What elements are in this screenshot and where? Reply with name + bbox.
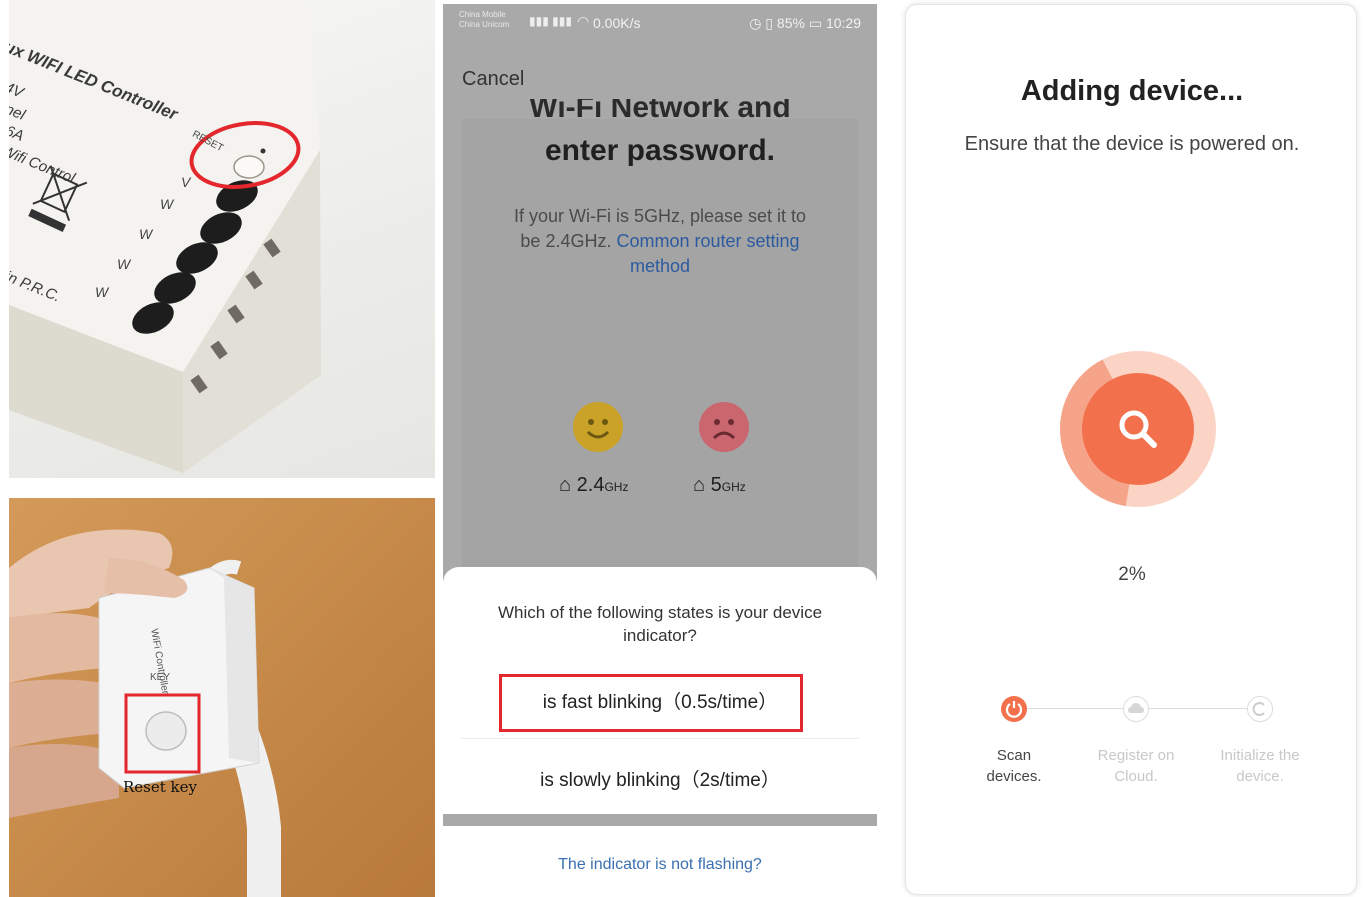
progress-percent: 2% — [1118, 564, 1146, 585]
option-divider — [461, 738, 859, 739]
clock-time: 10:29 — [825, 15, 861, 31]
reset-button-photo — [233, 155, 265, 179]
battery-percent: 85% — [776, 15, 805, 31]
carrier-2: China Unicom — [459, 20, 510, 29]
battery-icon: ▭ — [808, 15, 823, 31]
sad-face-icon — [699, 402, 749, 452]
step-scan-icon — [1001, 696, 1027, 722]
phone-indicator-screen: China Mobile China Unicom ▮▮▮ ▮▮▮ ◠ 0.00… — [443, 4, 877, 897]
router-setting-link[interactable]: Common router setting method — [616, 231, 799, 276]
indicator-question: Which of the following states is your de… — [497, 603, 823, 645]
indicator-state-sheet: Which of the following states is your de… — [443, 567, 877, 814]
band-2-4ghz: ⌂ 2.4GHz — [559, 474, 629, 496]
initialize-icon — [1247, 696, 1273, 722]
composite-screen: ux WIFI LED Controller 4V nnel : 16A rol… — [0, 0, 1363, 897]
carrier-1: China Mobile — [459, 10, 506, 19]
vibrate-icon: ▯ — [765, 15, 774, 31]
search-icon — [1119, 410, 1157, 448]
wifi-module-illustration — [9, 529, 281, 897]
option-slow-blinking[interactable]: is slowly blinking（2s/time） — [443, 765, 877, 792]
page-title: enter password. — [544, 134, 776, 167]
page-title-partial: Wi-Fi Network and — [529, 99, 791, 124]
happy-face-icon — [573, 402, 623, 452]
wifi-status-icon: ◠ — [577, 13, 590, 29]
option-fast-blinking[interactable]: is fast blinking（0.5s/time） — [443, 687, 877, 714]
adding-title: Adding device... — [1020, 75, 1244, 107]
step-initialize-label: Initialize the device. — [1220, 747, 1300, 785]
reset-key-caption: Reset key — [123, 778, 197, 796]
signal-icon: ▮▮▮ ▮▮▮ — [529, 14, 572, 28]
router-icon: ⌂ — [693, 474, 706, 496]
cloud-icon — [1123, 696, 1149, 722]
adding-device-screen: Adding device... Ensure that the device … — [905, 4, 1357, 895]
band-5ghz: ⌂ 5GHz — [693, 474, 746, 496]
reset-key-button — [145, 711, 187, 751]
status-bar: China Mobile China Unicom ▮▮▮ ▮▮▮ ◠ 0.00… — [443, 4, 877, 44]
step-scan-label: Scan devices. — [986, 747, 1042, 785]
net-speed: 0.00K/s — [593, 15, 641, 31]
wifi-module-photo: WiFi Controller KEY Reset key — [9, 498, 435, 897]
alarm-icon: ◷ — [749, 15, 762, 31]
not-flashing-sheet: The indicator is not flashing? — [443, 826, 877, 897]
router-icon: ⌂ — [559, 474, 572, 496]
led-controller-photo: ux WIFI LED Controller 4V nnel : 16A rol… — [9, 0, 435, 478]
adding-subtitle: Ensure that the device is powered on. — [964, 133, 1300, 155]
step-register-label: Register on Cloud. — [1097, 747, 1175, 785]
cancel-button[interactable]: Cancel — [462, 68, 524, 91]
wifi-card-background — [462, 119, 858, 599]
not-flashing-link[interactable]: The indicator is not flashing? — [443, 856, 877, 874]
wifi-hint: If your Wi-Fi is 5GHz, please set it to … — [513, 206, 807, 276]
